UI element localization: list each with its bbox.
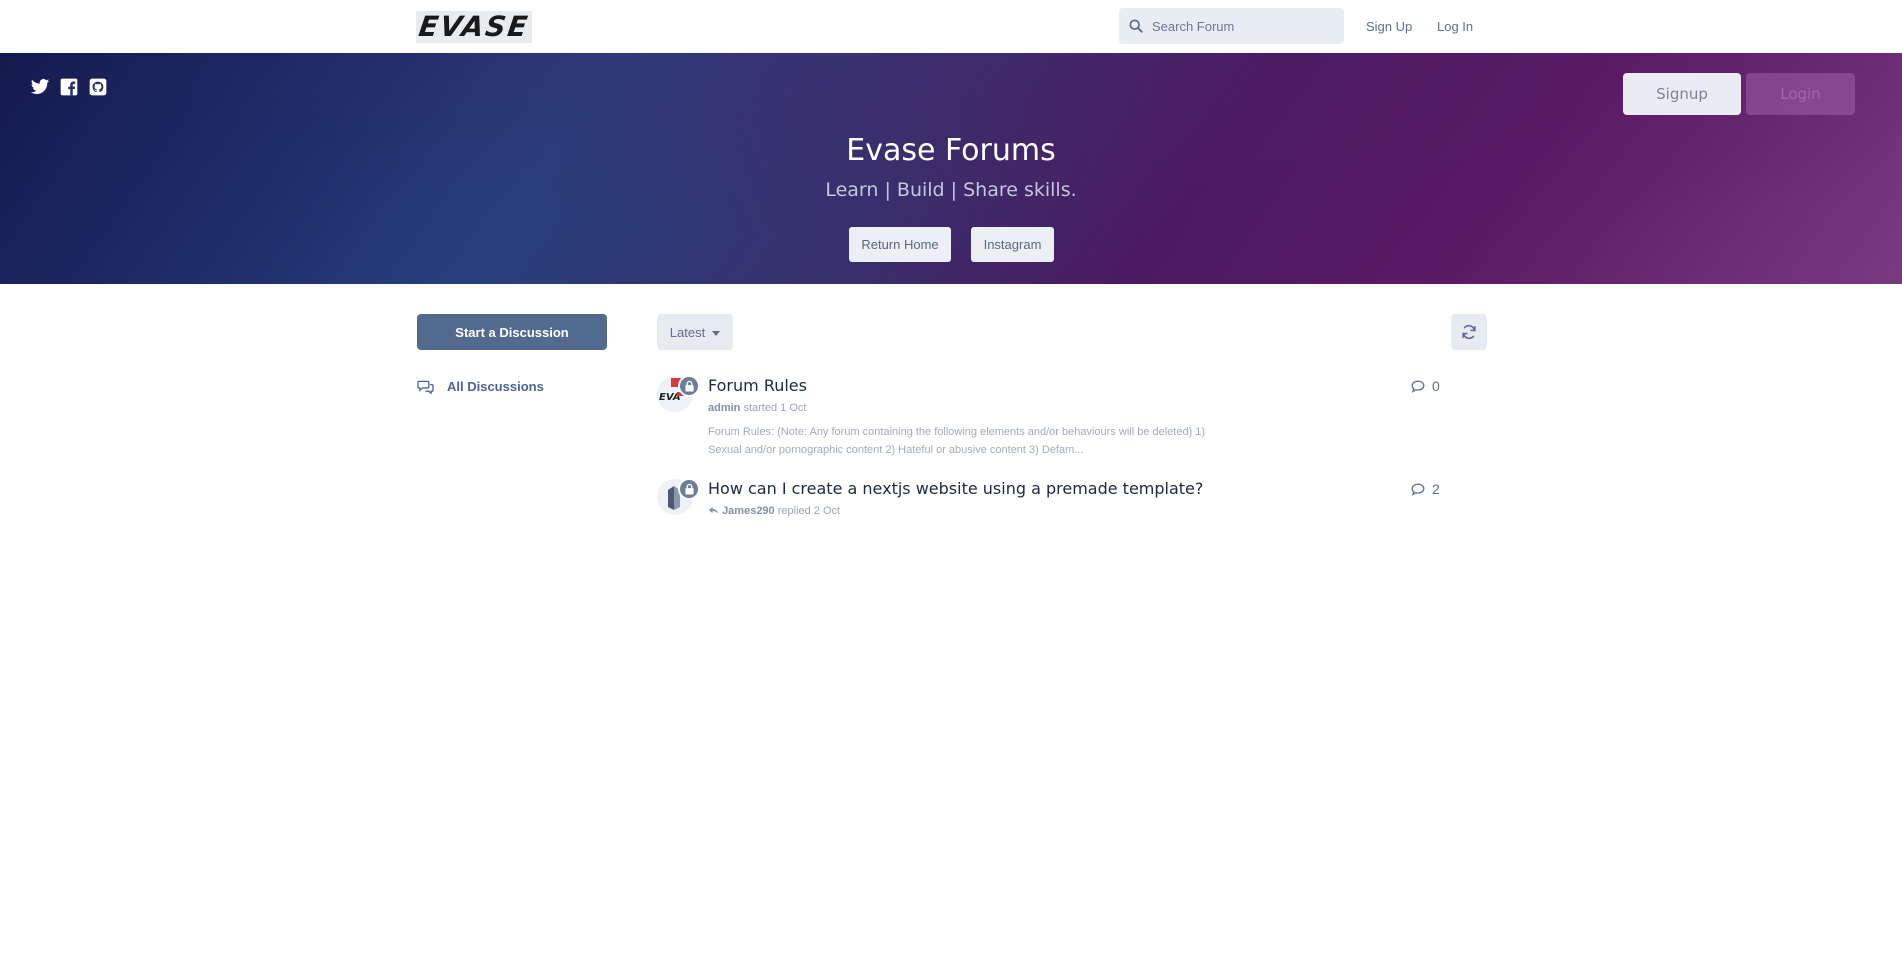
hero-overlay bbox=[0, 53, 1902, 284]
hero-subtitle: Learn | Build | Share skills. bbox=[825, 179, 1077, 201]
discussion-meta: admin started 1 Oct bbox=[708, 402, 806, 414]
instagram-button[interactable]: Instagram bbox=[971, 227, 1054, 262]
discussions-icon bbox=[417, 380, 434, 394]
lock-icon bbox=[684, 380, 694, 392]
header-login-link[interactable]: Log In bbox=[1437, 19, 1473, 34]
lock-icon bbox=[684, 483, 694, 495]
reply-count: 2 bbox=[1411, 481, 1440, 497]
header-signup-link[interactable]: Sign Up bbox=[1366, 19, 1412, 34]
reply-icon bbox=[709, 506, 718, 514]
discussion-author[interactable]: admin bbox=[708, 402, 740, 414]
facebook-icon[interactable] bbox=[59, 77, 79, 97]
refresh-icon bbox=[1462, 324, 1476, 340]
sort-label: Latest bbox=[669, 324, 706, 340]
refresh-button[interactable] bbox=[1451, 314, 1487, 350]
hero-banner: Signup Login Evase Forums Learn | Build … bbox=[0, 53, 1902, 284]
discussion-title[interactable]: How can I create a nextjs website using … bbox=[708, 479, 1203, 498]
nav-all-discussions[interactable]: All Discussions bbox=[417, 379, 544, 394]
discussion-action: started 1 Oct bbox=[743, 402, 807, 414]
hero-signup-button[interactable]: Signup bbox=[1623, 73, 1741, 115]
discussion-author[interactable]: James290 bbox=[722, 505, 775, 517]
top-header: EVASE Sign Up Log In bbox=[0, 0, 1902, 53]
caret-down-icon bbox=[712, 330, 721, 336]
sort-dropdown[interactable]: Latest bbox=[657, 314, 733, 350]
return-home-button[interactable]: Return Home bbox=[849, 227, 951, 262]
reply-count-value: 2 bbox=[1432, 481, 1440, 497]
hero-title: Evase Forums bbox=[846, 133, 1056, 168]
search-icon bbox=[1129, 19, 1143, 33]
locked-badge bbox=[678, 478, 700, 500]
social-links bbox=[30, 77, 108, 97]
hero-login-button[interactable]: Login bbox=[1746, 73, 1855, 115]
discussion-action: replied 2 Oct bbox=[777, 505, 841, 517]
nav-all-discussions-label: All Discussions bbox=[447, 379, 544, 394]
locked-badge bbox=[678, 375, 700, 397]
discussion-excerpt: Forum Rules: (Note: Any forum containing… bbox=[708, 426, 1206, 456]
search-box[interactable] bbox=[1119, 8, 1344, 44]
twitter-icon[interactable] bbox=[30, 77, 50, 97]
comment-icon bbox=[1411, 380, 1425, 393]
github-icon[interactable] bbox=[88, 77, 108, 97]
start-discussion-button[interactable]: Start a Discussion bbox=[417, 314, 607, 350]
discussion-meta: James290 replied 2 Oct bbox=[708, 505, 840, 517]
site-logo[interactable]: EVASE bbox=[416, 10, 532, 43]
reply-count: 0 bbox=[1411, 378, 1440, 394]
discussion-title[interactable]: Forum Rules bbox=[708, 376, 807, 395]
comment-icon bbox=[1411, 483, 1425, 496]
logo-text: EVASE bbox=[416, 10, 532, 43]
reply-count-value: 0 bbox=[1432, 378, 1440, 394]
search-input[interactable] bbox=[1152, 18, 1342, 34]
